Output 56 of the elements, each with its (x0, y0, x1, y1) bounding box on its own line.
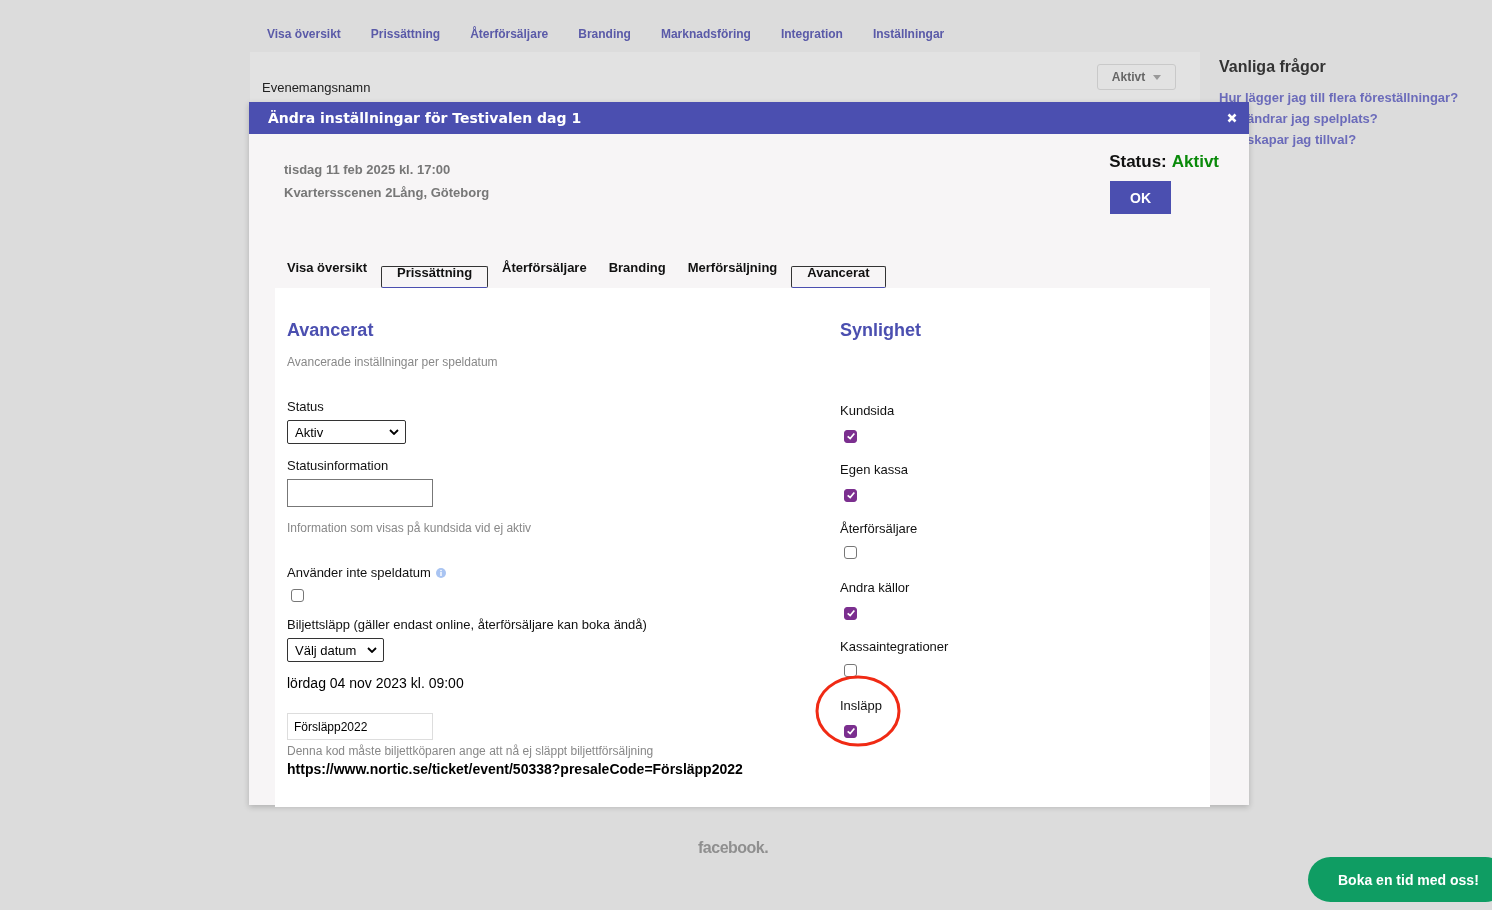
nav-link[interactable]: Prissättning (370, 27, 441, 52)
checkbox[interactable] (291, 589, 304, 602)
release-date: lördag 04 nov 2023 kl. 09:00 (287, 675, 464, 691)
nav-link[interactable]: Visa översikt (267, 27, 341, 52)
modal-title: Ändra inställningar för Testivalen dag 1 (268, 110, 582, 126)
field-label: Biljettsläpp (gäller endast online, återförsäljare kan boka ändå) (287, 617, 647, 632)
tab[interactable]: Branding (600, 260, 674, 288)
tab[interactable]: Avancerat (791, 266, 886, 288)
status-dropdown[interactable]: Aktivt (1097, 64, 1176, 90)
nav-link[interactable]: Branding (578, 27, 631, 52)
facebook-logo[interactable]: facebook. (698, 839, 769, 857)
checkbox-label: Andra källor (840, 580, 910, 595)
event-venue: Kvartersscenen 2Lång, Göteborg (284, 185, 490, 200)
caret-icon (1153, 74, 1162, 80)
status-info-field[interactable] (287, 479, 433, 507)
presale-url: https://www.nortic.se/ticket/event/50338?presaleCode=Försläpp2022 (287, 761, 743, 777)
checkbox[interactable] (844, 488, 857, 502)
section-title: Avancerat (287, 320, 374, 341)
section-title: Synlighet (840, 320, 922, 341)
booking-button[interactable]: Boka en tid med oss! (1308, 857, 1492, 902)
status-text: Status: (1109, 152, 1167, 172)
field-label: Statusinformation (287, 458, 389, 473)
faq-link[interactable]: Hur lägger jag till flera föreställningar? (1219, 90, 1459, 105)
section-subtitle: Avancerade inställningar per speldatum (287, 355, 498, 369)
checkbox-label: Egen kassa (840, 462, 908, 477)
presale-code-field[interactable]: Försläpp2022 (287, 713, 433, 740)
chevron-icon (389, 429, 399, 435)
status-value: Aktivt (1171, 152, 1219, 172)
nav-link[interactable]: Marknadsföring (660, 27, 751, 52)
checkbox-label: Kassaintegrationer (840, 639, 949, 654)
nav-link[interactable]: Inställningar (872, 27, 945, 52)
chevron-icon (367, 647, 377, 653)
field-label: Status (287, 399, 324, 414)
field-hint: Information som visas på kundsida vid ej aktiv (287, 521, 532, 535)
field-hint: Denna kod måste biljettköparen ange att nå ej släppt biljettförsäljning (287, 744, 654, 758)
faq-title: Vanliga frågor (1219, 58, 1327, 76)
checkbox-label: Kundsida (840, 403, 895, 418)
checkbox[interactable] (844, 724, 857, 738)
ok-button[interactable]: OK (1110, 181, 1171, 214)
nav-link[interactable]: Integration (780, 27, 843, 52)
checkbox[interactable] (844, 546, 857, 559)
field-label: Evenemangsnamn (262, 80, 371, 95)
checkbox-label: Återförsäljare (840, 521, 918, 536)
tab[interactable]: Merförsäljning (679, 260, 786, 288)
checkbox[interactable] (844, 429, 857, 443)
tab[interactable]: Återförsäljare (494, 260, 595, 288)
close-icon[interactable] (1227, 113, 1237, 123)
checkbox-label: Insläpp (840, 698, 882, 713)
checkbox[interactable] (844, 606, 857, 620)
tab[interactable]: Prissättning (381, 266, 489, 288)
event-date: tisdag 11 feb 2025 kl. 17:00 (284, 162, 451, 177)
status-select[interactable]: Aktiv (287, 420, 406, 444)
release-date-select[interactable]: Välj datum (287, 638, 384, 662)
tab[interactable]: Visa översikt (279, 260, 375, 288)
field-label: Använder inte speldatum (287, 565, 431, 580)
nav-link[interactable]: Återförsäljare (470, 27, 549, 52)
